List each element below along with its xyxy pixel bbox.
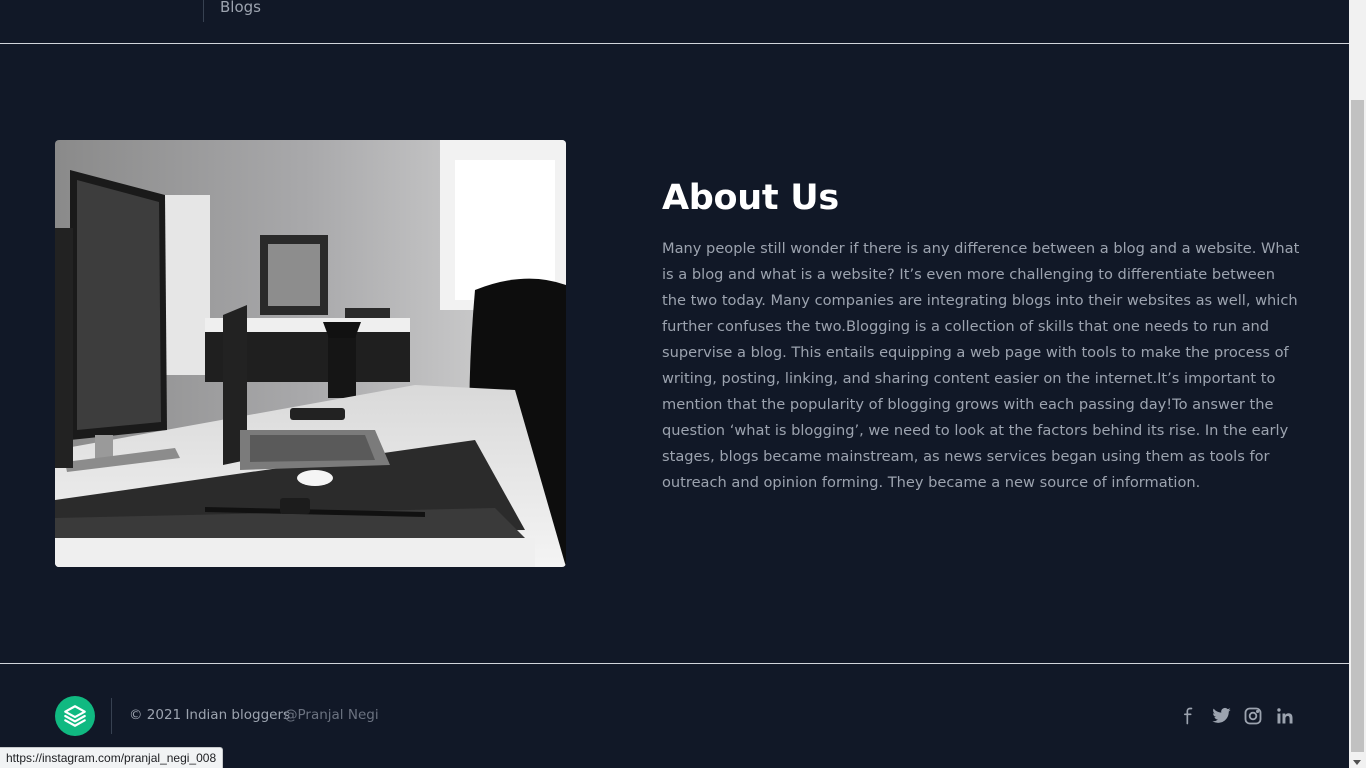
site-header: Blogs <box>0 0 1349 44</box>
scrollbar-thumb[interactable] <box>1351 100 1364 752</box>
linkedin-icon[interactable] <box>1274 705 1296 727</box>
about-title: About Us <box>662 178 839 218</box>
facebook-icon[interactable] <box>1178 705 1200 727</box>
author-handle-link[interactable]: @Pranjal Negi <box>284 707 379 723</box>
footer-vertical-divider <box>111 698 112 734</box>
page-scrollbar[interactable] <box>1349 0 1366 768</box>
about-description: Many people still wonder if there is any… <box>662 240 1300 491</box>
layers-icon[interactable] <box>55 696 95 736</box>
link-status-tooltip: https://instagram.com/pranjal_negi_008 <box>0 747 224 768</box>
footer-divider-line <box>0 663 1349 664</box>
copyright-text: © 2021 Indian bloggers <box>129 707 291 723</box>
header-divider <box>203 0 204 22</box>
about-image <box>55 140 566 567</box>
instagram-icon[interactable] <box>1242 705 1264 727</box>
scroll-down-icon[interactable] <box>1353 760 1361 765</box>
nav-link-blogs[interactable]: Blogs <box>220 0 261 16</box>
twitter-icon[interactable] <box>1210 705 1232 727</box>
